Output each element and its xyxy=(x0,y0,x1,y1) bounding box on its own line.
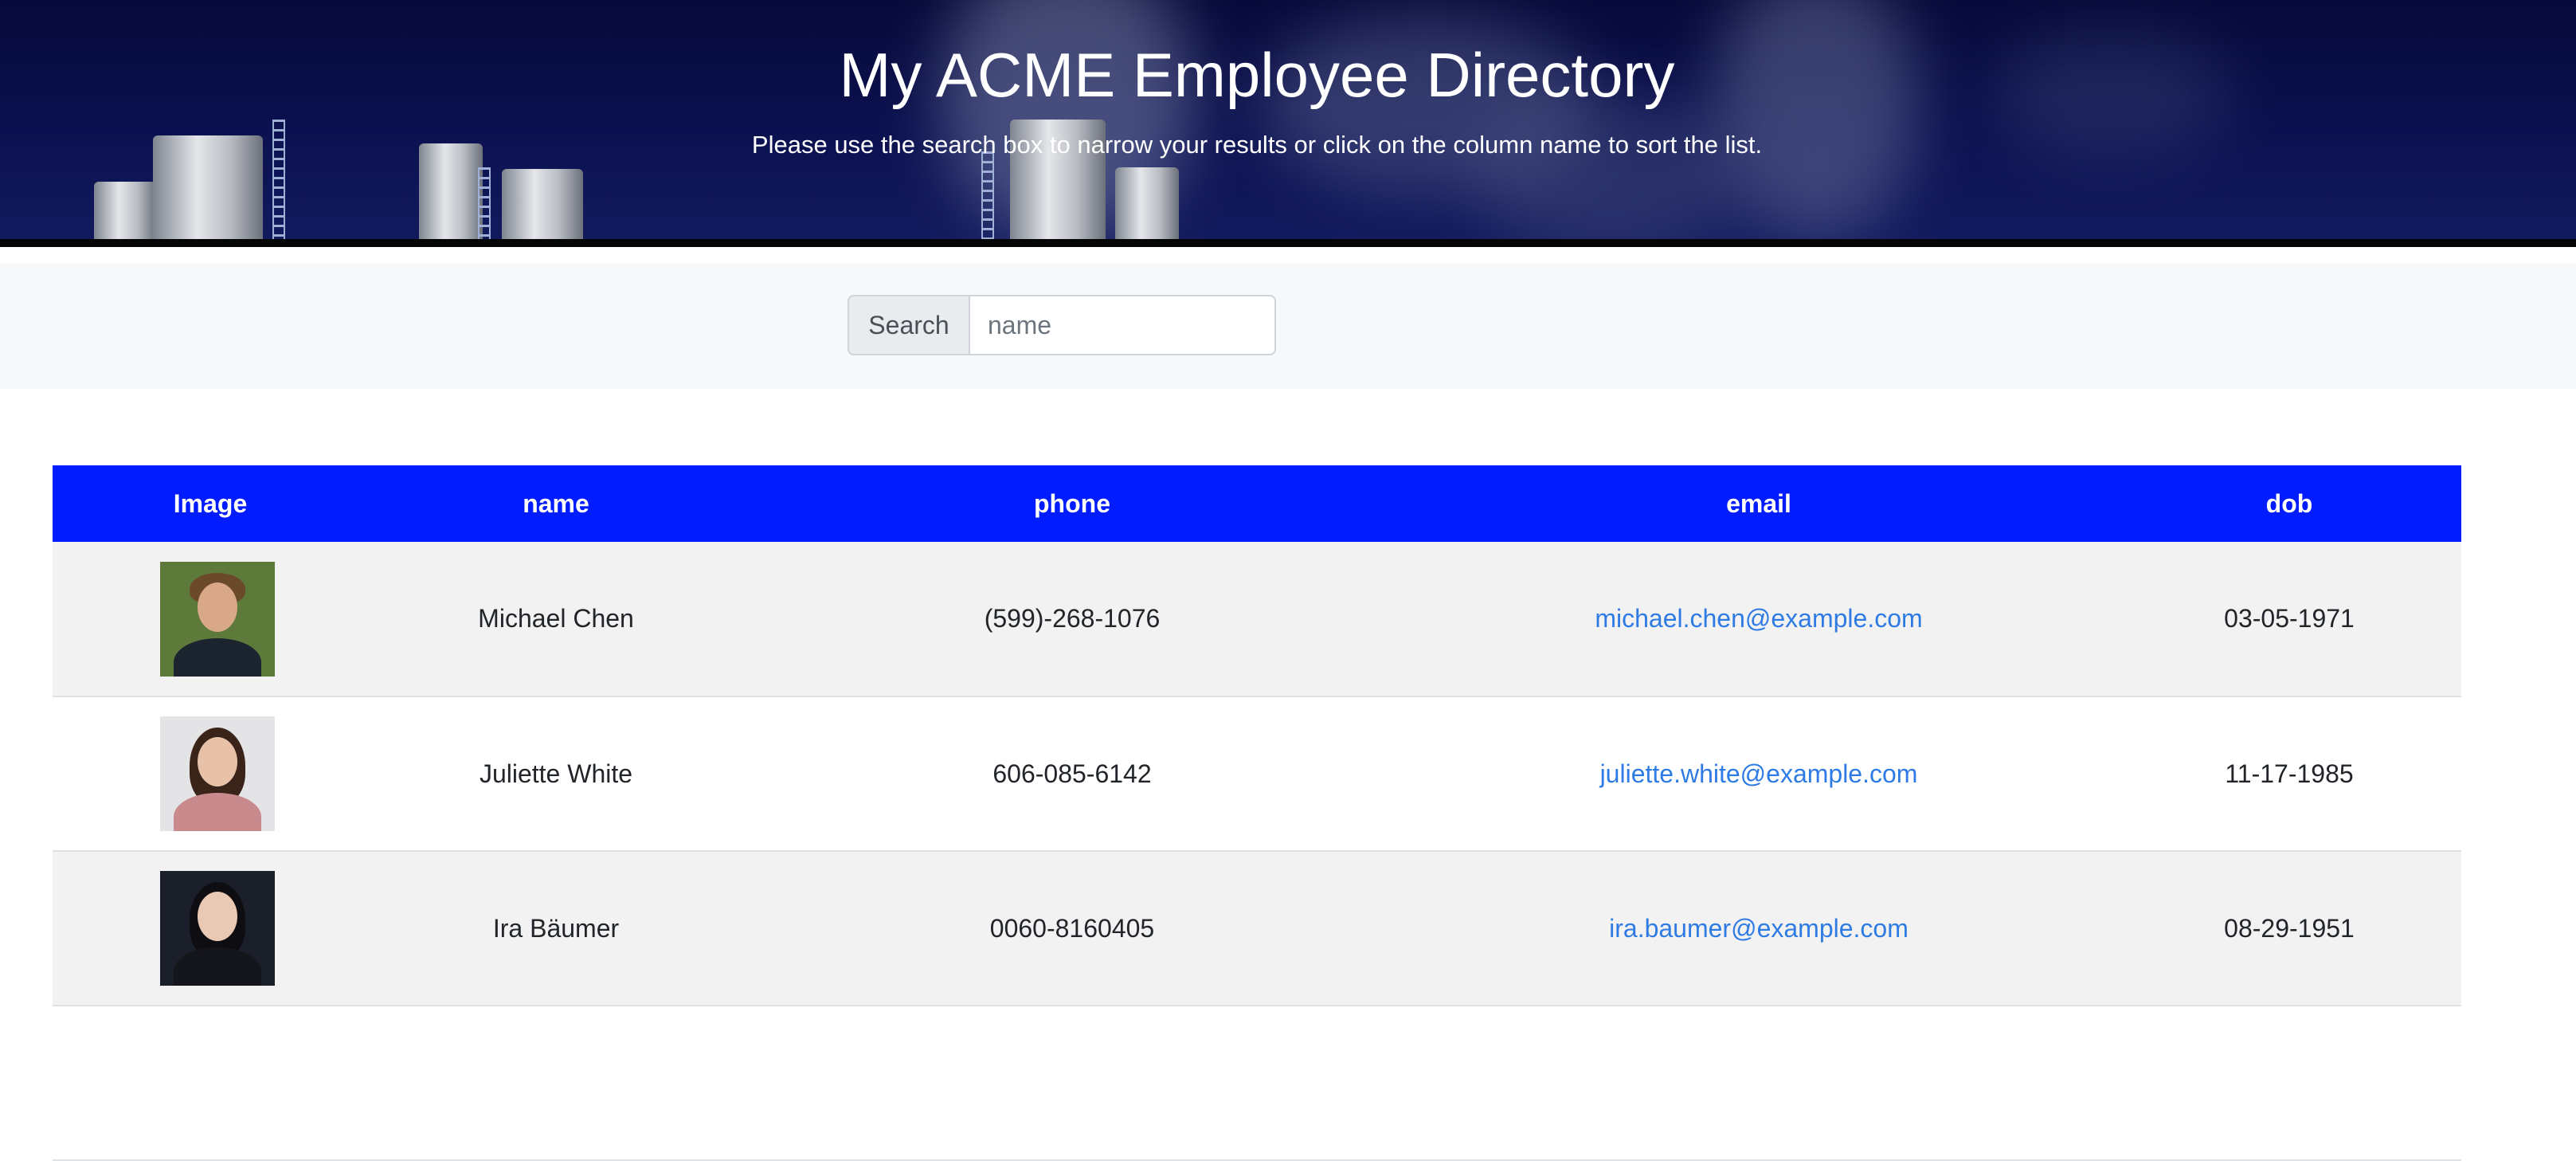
hero-ladder xyxy=(478,167,491,239)
image-cell xyxy=(53,696,368,851)
search-section: Search xyxy=(0,263,2576,389)
table-row: Juliette White 606-085-6142 juliette.whi… xyxy=(53,696,2461,851)
email-cell xyxy=(1400,1006,2117,1160)
column-header-image: Image xyxy=(173,488,248,518)
hero-smoke xyxy=(1713,0,1920,239)
email-cell: michael.chen@example.com xyxy=(1400,542,2117,696)
avatar-body xyxy=(174,947,261,986)
search-input-group: Search xyxy=(848,295,1276,355)
email-link[interactable]: michael.chen@example.com xyxy=(1595,604,1922,633)
email-link[interactable]: ira.baumer@example.com xyxy=(1609,914,1909,943)
hero-tank xyxy=(94,182,156,239)
column-header-email[interactable]: email xyxy=(1400,465,2117,542)
image-cell xyxy=(53,542,368,696)
hero-divider xyxy=(0,239,2576,247)
employee-table: Image name phone email dob Michael Chen … xyxy=(53,465,2461,1161)
table-body: Michael Chen (599)-268-1076 michael.chen… xyxy=(53,542,2461,1160)
search-input[interactable] xyxy=(970,295,1276,355)
dob-cell: 08-29-1951 xyxy=(2224,913,2355,943)
dob-cell: 03-05-1971 xyxy=(2224,604,2355,633)
table-header: Image name phone email dob xyxy=(53,465,2461,542)
phone-cell: 606-085-6142 xyxy=(992,759,1152,788)
table-row-partial xyxy=(53,1006,2461,1160)
page-title: My ACME Employee Directory xyxy=(839,40,1675,110)
dob-cell xyxy=(2117,1006,2461,1160)
dob-cell: 11-17-1985 xyxy=(2225,759,2354,788)
avatar-body xyxy=(174,637,261,677)
column-header-dob[interactable]: dob xyxy=(2117,465,2461,542)
table-row: Ira Bäumer 0060-8160405 ira.baumer@examp… xyxy=(53,851,2461,1006)
page-subtitle: Please use the search box to narrow your… xyxy=(751,131,1763,159)
avatar-body xyxy=(174,793,261,831)
phone-cell xyxy=(744,1006,1400,1160)
name-cell xyxy=(368,1006,744,1160)
email-cell: ira.baumer@example.com xyxy=(1400,851,2117,1006)
hero-banner: My ACME Employee Directory Please use th… xyxy=(0,0,2576,239)
table-row: Michael Chen (599)-268-1076 michael.chen… xyxy=(53,542,2461,696)
phone-cell: (599)-268-1076 xyxy=(984,604,1161,633)
email-link[interactable]: juliette.white@example.com xyxy=(1600,759,1918,788)
image-cell xyxy=(53,851,368,1006)
column-header-phone[interactable]: phone xyxy=(744,465,1400,542)
hero-ladder xyxy=(981,151,994,239)
name-cell: Michael Chen xyxy=(478,604,634,633)
image-cell xyxy=(53,1006,368,1160)
avatar xyxy=(160,716,275,831)
hero-tank xyxy=(1115,167,1179,239)
search-label: Search xyxy=(848,295,970,355)
employee-table-container: Image name phone email dob Michael Chen … xyxy=(53,465,2461,1161)
table-header-row: Image name phone email dob xyxy=(53,465,2461,542)
avatar-face xyxy=(198,582,237,632)
phone-cell: 0060-8160405 xyxy=(989,913,1155,943)
hero-tank xyxy=(502,169,583,239)
avatar xyxy=(160,871,275,986)
avatar xyxy=(160,561,275,677)
name-cell: Ira Bäumer xyxy=(492,913,620,943)
email-cell: juliette.white@example.com xyxy=(1400,696,2117,851)
name-cell: Juliette White xyxy=(479,759,633,788)
avatar-face xyxy=(198,737,237,786)
column-header-name[interactable]: name xyxy=(368,465,744,542)
avatar-face xyxy=(198,892,237,941)
